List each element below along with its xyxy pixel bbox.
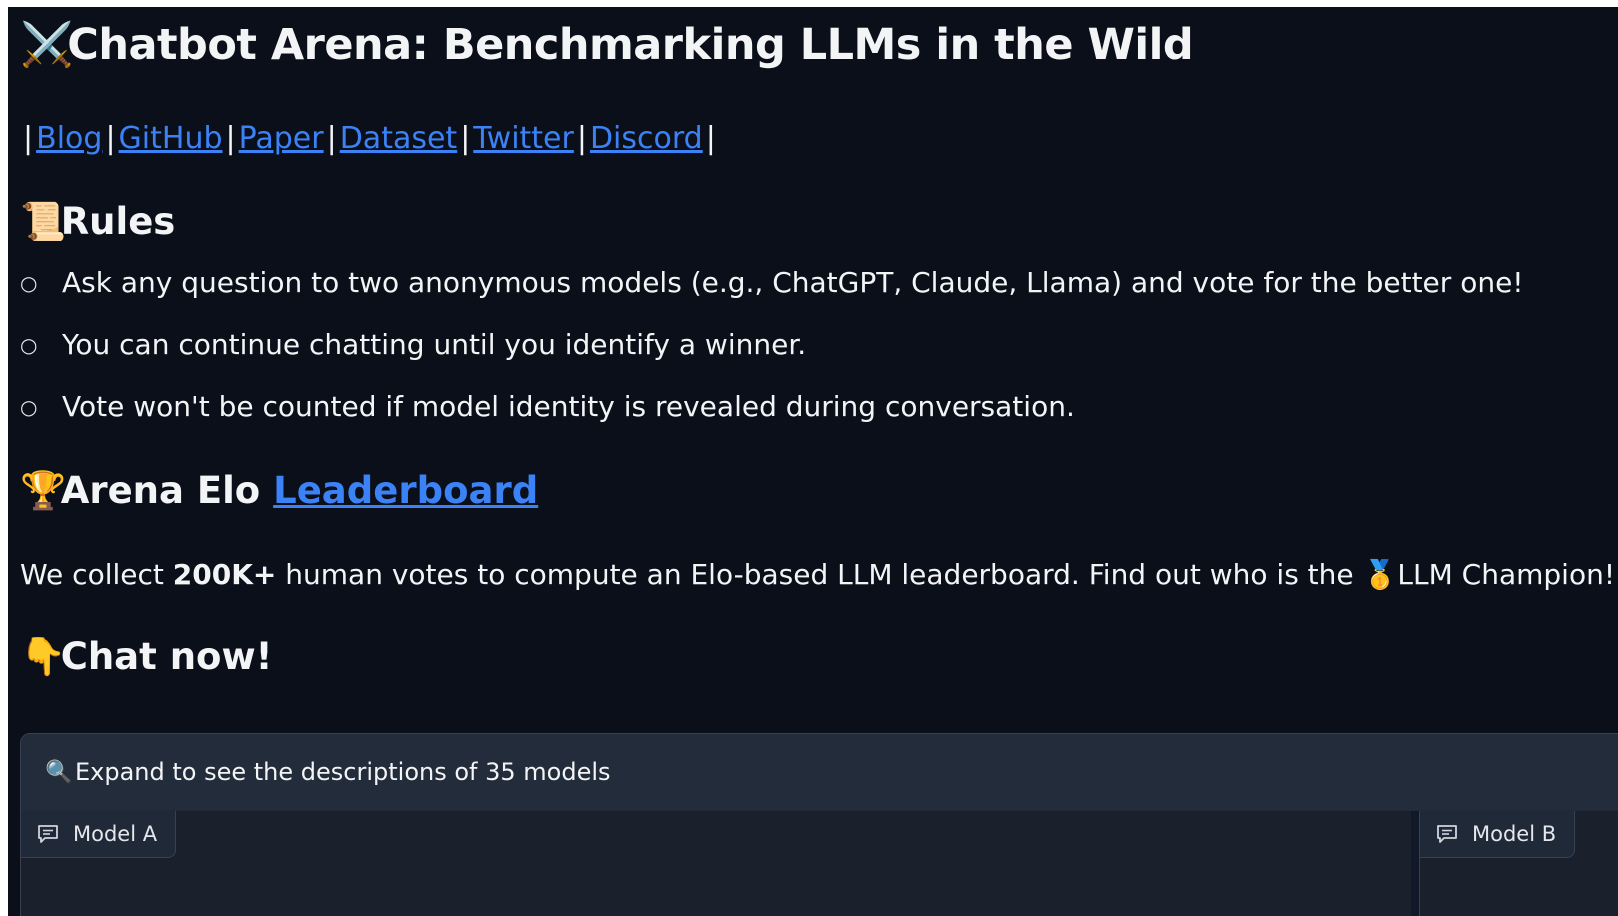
rule-text: You can continue chatting until you iden… xyxy=(62,328,807,361)
circle-bullet-icon: ○ xyxy=(20,333,38,357)
discord-link[interactable]: Discord xyxy=(590,121,703,156)
link-bar: | Blog | GitHub | Paper | Dataset | Twitter | Disco… xyxy=(20,115,719,163)
first-place-medal-icon: 🥇 xyxy=(1362,558,1398,591)
rule-item: ○ Ask any question to two anonymous model… xyxy=(20,265,1524,327)
page-title-text: Chatbot Arena: Benchmarking LLMs in the … xyxy=(67,20,1194,70)
paper-link[interactable]: Paper xyxy=(239,121,324,156)
accordion-label: Expand to see the descriptions of 35 mod… xyxy=(75,758,611,786)
pointing-down-icon: 👇 xyxy=(20,635,67,678)
leaderboard-description: We collect 200K+ human votes to compute … xyxy=(20,555,1615,595)
page-title: ⚔️Chatbot Arena: Benchmarking LLMs in th… xyxy=(20,15,1194,75)
leaderboard-link[interactable]: Leaderboard xyxy=(273,469,538,512)
app-frame: ⚔️Chatbot Arena: Benchmarking LLMs in th… xyxy=(8,7,1618,916)
rules-list: ○ Ask any question to two anonymous model… xyxy=(20,265,1524,451)
chat-now-heading-text: Chat now! xyxy=(60,635,273,678)
model-b-label-text: Model B xyxy=(1472,822,1557,846)
chatbot-area: Model A Model B xyxy=(21,811,1618,916)
description-text: We collect xyxy=(20,558,173,591)
dataset-link[interactable]: Dataset xyxy=(340,121,457,156)
elo-heading: 🏆Arena Elo Leaderboard xyxy=(20,463,538,519)
rule-item: ○ Vote won't be counted if model identity… xyxy=(20,389,1524,451)
chatbot-model-a[interactable]: Model A xyxy=(21,811,1411,916)
link-separator: | xyxy=(23,121,34,156)
link-separator: | xyxy=(326,121,337,156)
model-b-label: Model B xyxy=(1420,811,1576,858)
twitter-link[interactable]: Twitter xyxy=(473,121,574,156)
model-a-label-text: Model A xyxy=(73,822,158,846)
chatbot-model-b[interactable]: Model B xyxy=(1419,811,1618,916)
chat-bubble-icon xyxy=(38,825,58,843)
link-separator: | xyxy=(460,121,471,156)
model-a-label: Model A xyxy=(21,811,177,858)
chat-bubble-icon xyxy=(1437,825,1457,843)
rule-text: Ask any question to two anonymous models… xyxy=(62,266,1524,299)
trophy-icon: 🏆 xyxy=(20,469,67,512)
circle-bullet-icon: ○ xyxy=(20,271,38,295)
blog-link[interactable]: Blog xyxy=(36,121,102,156)
link-separator: | xyxy=(105,121,116,156)
description-text: LLM Champion! xyxy=(1397,558,1616,591)
github-link[interactable]: GitHub xyxy=(119,121,223,156)
rules-heading-text: Rules xyxy=(60,200,176,243)
magnifier-icon: 🔍 xyxy=(45,759,73,785)
link-separator: | xyxy=(705,121,716,156)
scroll-icon: 📜 xyxy=(20,200,67,243)
link-separator: | xyxy=(576,121,587,156)
models-description-accordion[interactable]: 🔍 Expand to see the descriptions of 35 mo… xyxy=(21,734,1618,810)
crossed-swords-icon: ⚔️ xyxy=(20,20,74,70)
chat-now-heading: 👇Chat now! xyxy=(20,629,273,685)
rule-text: Vote won't be counted if model identity … xyxy=(62,390,1075,423)
link-separator: | xyxy=(225,121,236,156)
circle-bullet-icon: ○ xyxy=(20,395,38,419)
rule-item: ○ You can continue chatting until you ide… xyxy=(20,327,1524,389)
rules-heading: 📜Rules xyxy=(20,194,175,250)
elo-heading-text: Arena Elo xyxy=(60,469,274,512)
arena-panel: 🔍 Expand to see the descriptions of 35 mo… xyxy=(20,733,1618,916)
description-text: human votes to compute an Elo-based LLM … xyxy=(276,558,1363,591)
vote-count: 200K+ xyxy=(172,558,277,591)
